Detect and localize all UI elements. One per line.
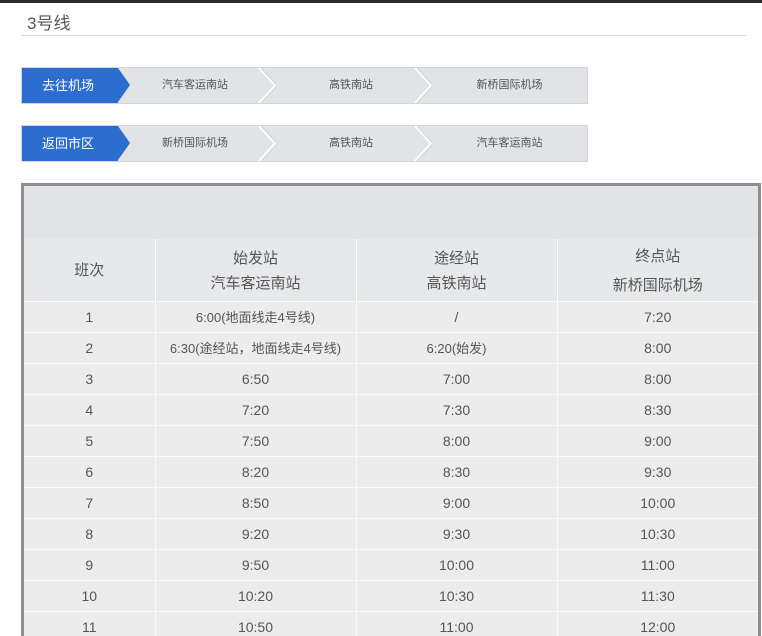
table-cell: 8:50	[155, 486, 357, 518]
table-row: 3 6:50 7:00 8:00	[24, 362, 758, 394]
route-stop: 汽车客运南站	[476, 137, 543, 149]
table-cell: 6:00(地面线走4号线)	[155, 300, 357, 332]
timetable-header-row: 班次 始发站 汽车客运南站 途经站 高铁南站 终点站 新桥国际机场	[24, 239, 758, 301]
line-title: 3号线	[27, 14, 71, 33]
column-header-trip: 班次	[24, 239, 156, 301]
table-cell: 10:20	[155, 579, 357, 611]
table-cell: 9:00	[557, 424, 758, 456]
timetable-header-band	[24, 186, 758, 239]
chevron-right-icon	[414, 68, 432, 103]
table-cell: 8:00	[557, 331, 758, 363]
table-row: 8 9:20 9:30 10:30	[24, 517, 758, 549]
table-row: 6 8:20 8:30 9:30	[24, 455, 758, 487]
table-cell: 3	[24, 362, 156, 394]
table-row: 10 10:20 10:30 11:30	[24, 579, 758, 611]
table-cell: 9:30	[557, 455, 758, 487]
timetable-table: 班次 始发站 汽车客运南站 途经站 高铁南站 终点站 新桥国际机场 1 6:00(地面线…	[24, 239, 758, 636]
table-cell: 10:30	[557, 517, 758, 549]
chevron-right-icon	[414, 126, 432, 161]
timetable: 班次 始发站 汽车客运南站 途经站 高铁南站 终点站 新桥国际机场 1 6:00(地面线…	[21, 183, 761, 636]
table-cell: 4	[24, 393, 156, 425]
table-cell: 10:00	[557, 486, 758, 518]
table-cell: 6:50	[155, 362, 357, 394]
table-cell: 7:20	[155, 393, 357, 425]
chevron-right-icon	[258, 68, 276, 103]
table-cell: 10:30	[356, 579, 558, 611]
direction-arrow	[118, 126, 130, 160]
route-stop: 新桥国际机场	[162, 137, 228, 149]
table-cell: 8	[24, 517, 156, 549]
table-cell: 11:00	[356, 610, 558, 636]
table-cell: 6:20(始发)	[356, 331, 558, 363]
route-stop: 高铁南站	[329, 137, 373, 149]
table-cell: 10	[24, 579, 156, 611]
table-cell: 6:30(途经站，地面线走4号线)	[155, 331, 357, 363]
title-divider	[21, 35, 746, 36]
route-stop: 新桥国际机场	[476, 79, 543, 91]
table-row: 7 8:50 9:00 10:00	[24, 486, 758, 518]
route-bar-to-city: 返回市区 新桥国际机场 高铁南站 汽车客运南站	[21, 125, 588, 162]
table-cell: 9	[24, 548, 156, 580]
table-cell: 9:20	[155, 517, 357, 549]
table-cell: 1	[24, 300, 156, 332]
table-cell: 10:00	[356, 548, 558, 580]
table-row: 11 10:50 11:00 12:00	[24, 610, 758, 636]
column-header-origin: 始发站 汽车客运南站	[155, 239, 357, 301]
table-cell: 10:50	[155, 610, 357, 636]
table-cell: 9:00	[356, 486, 558, 518]
table-row: 4 7:20 7:30 8:30	[24, 393, 758, 425]
table-cell: 7:20	[557, 300, 758, 332]
top-bar	[0, 0, 762, 3]
route-stop: 高铁南站	[329, 79, 373, 91]
direction-arrow	[118, 68, 130, 102]
table-cell: 6	[24, 455, 156, 487]
table-cell: /	[356, 300, 558, 332]
table-cell: 8:00	[557, 362, 758, 394]
table-cell: 11:30	[557, 579, 758, 611]
table-cell: 8:20	[155, 455, 357, 487]
route-stop: 汽车客运南站	[162, 79, 228, 91]
table-cell: 7:30	[356, 393, 558, 425]
table-row: 9 9:50 10:00 11:00	[24, 548, 758, 580]
table-cell: 9:30	[356, 517, 558, 549]
table-cell: 12:00	[557, 610, 758, 636]
direction-tab-to-city[interactable]: 返回市区	[22, 126, 118, 161]
table-cell: 11:00	[557, 548, 758, 580]
column-header-via: 途经站 高铁南站	[356, 239, 558, 301]
table-row: 1 6:00(地面线走4号线)/7:20	[24, 300, 758, 332]
table-row: 5 7:50 8:00 9:00	[24, 424, 758, 456]
table-row: 2 6:30(途经站，地面线走4号线) 6:20(始发) 8:00	[24, 331, 758, 363]
table-cell: 8:30	[557, 393, 758, 425]
table-cell: 5	[24, 424, 156, 456]
column-header-terminal: 终点站 新桥国际机场	[557, 239, 758, 301]
table-cell: 8:30	[356, 455, 558, 487]
table-cell: 7:00	[356, 362, 558, 394]
chevron-right-icon	[258, 126, 276, 161]
table-cell: 8:00	[356, 424, 558, 456]
table-cell: 7	[24, 486, 156, 518]
direction-tab-to-airport[interactable]: 去往机场	[22, 68, 118, 103]
table-cell: 7:50	[155, 424, 357, 456]
table-cell: 11	[24, 610, 156, 636]
route-bar-to-airport: 去往机场 汽车客运南站 高铁南站 新桥国际机场	[21, 67, 588, 104]
table-cell: 9:50	[155, 548, 357, 580]
table-cell: 2	[24, 331, 156, 363]
